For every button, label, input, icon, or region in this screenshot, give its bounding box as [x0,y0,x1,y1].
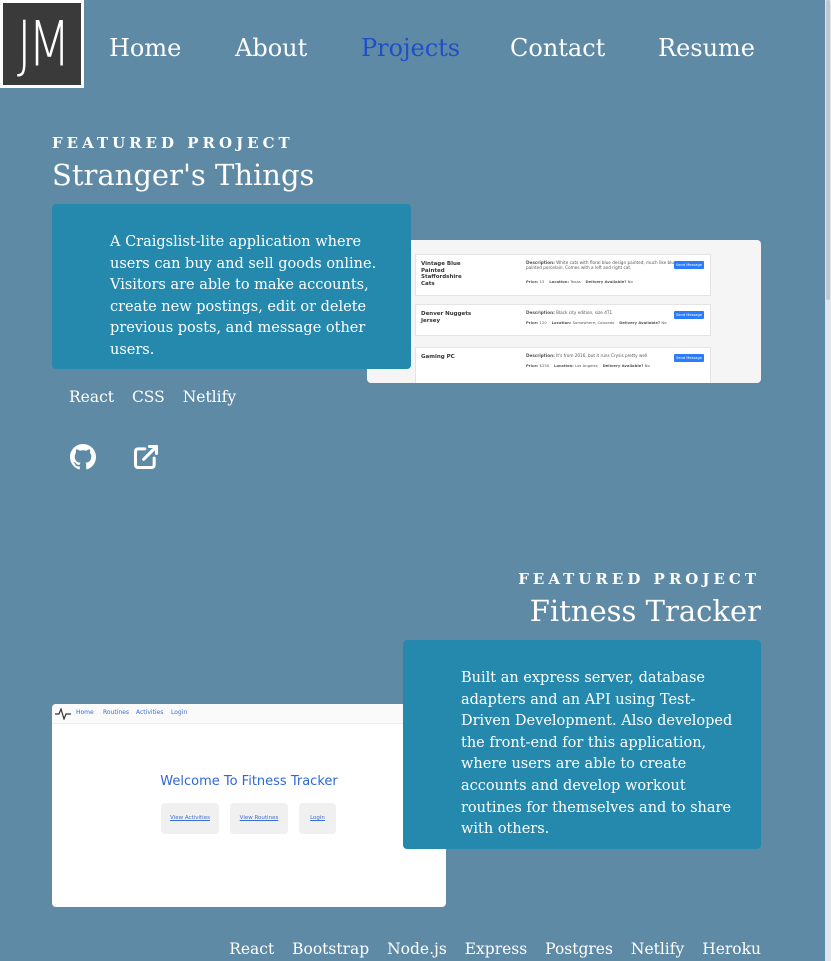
project-title: Stranger's Things [52,158,315,192]
tag: Node.js [387,940,447,958]
tag: Postgres [545,940,613,958]
listing-description: Description: Black city edition, size 4T… [526,310,686,315]
nav-item-about[interactable]: About [235,24,307,72]
listing-meta: Price: 120 Location: Somewhere, Colorado… [526,320,667,325]
listing-description: Description: White cats with floral blue… [526,260,686,270]
listing-description-text: Black city edition, size 4T1 [556,310,613,315]
project-description: Built an express server, database adapte… [461,670,733,838]
delivery-label: Delivery Available? [602,363,644,368]
listing-card: Gaming PC Description: It's from 2016, b… [415,347,711,383]
price: 15 [539,279,545,284]
tag: Netlify [182,388,237,406]
send-message-button[interactable]: Send Message [674,311,704,319]
price: $250 [539,363,550,368]
project-screenshot: Home Routines Activities Login Welcome T… [52,704,446,907]
listing-title: Gaming PC [421,354,455,360]
heartbeat-icon [55,708,71,720]
scrollbar-thumb[interactable] [826,0,830,300]
nav-item-resume[interactable]: Resume [658,24,755,72]
project-description: A Craigslist-lite application where user… [110,234,377,358]
page-scrollbar[interactable] [825,0,831,961]
project-screenshot: Vintage Blue Painted Staffordshire Cats … [367,240,761,383]
github-icon-graphic [70,444,96,470]
listing-card: Denver Nuggets Jersey Description: Black… [415,304,711,336]
nav-item-projects[interactable]: Projects [361,24,460,72]
delivery-label: Delivery Available? [585,279,627,284]
tag: React [69,388,114,406]
listing-description-text: It's from 2016, but it runs Crysis prett… [556,353,648,358]
project-description-card: Built an express server, database adapte… [403,640,761,849]
screenshot-view-routines-button: View Routines [230,803,288,834]
price-label: Price: [526,320,539,325]
project-description-card: A Craigslist-lite application where user… [52,204,411,369]
screenshot-nav-routines: Routines [103,709,130,716]
delivery: No [661,320,667,325]
location: Texas [570,279,581,284]
tag: React [229,940,275,958]
location-label: Location: [551,320,572,325]
screenshot-view-activities-button: View Activities [161,803,219,834]
logo[interactable]: JM [0,0,84,88]
project-eyebrow: FEATURED PROJECT [518,570,760,588]
screenshot-login-button: Login [299,803,336,834]
send-message-button[interactable]: Send Message [674,261,704,269]
price: 120 [539,320,547,325]
tech-tags: React Bootstrap Node.js Express Postgres… [229,940,761,958]
listing-description-label: Description: [526,310,555,315]
tag: Heroku [702,940,761,958]
screenshot-nav-activities: Activities [136,709,164,716]
delivery-label: Delivery Available? [619,320,661,325]
screenshot-nav-home: Home [76,709,94,716]
delivery: No [627,279,633,284]
tag: Express [464,940,528,958]
listing-card: Vintage Blue Painted Staffordshire Cats … [415,254,711,296]
portfolio-page: JM Home About Projects Contact Resume FE… [0,0,831,961]
tag: Netlify [630,940,685,958]
price-label: Price: [526,363,539,368]
screenshot-navbar: Home Routines Activities Login [52,704,446,724]
price-label: Price: [526,279,539,284]
location-label: Location: [549,279,569,284]
project-eyebrow: FEATURED PROJECT [52,134,294,152]
listing-description: Description: It's from 2016, but it runs… [526,353,686,358]
listing-meta: Price: 15 Location: Texas Delivery Avail… [526,279,633,284]
github-icon[interactable] [68,442,98,472]
nav-item-home[interactable]: Home [109,24,181,72]
screenshot-welcome-heading: Welcome To Fitness Tracker [160,774,338,789]
listing-title: Vintage Blue Painted Staffordshire Cats [421,261,462,287]
nav-item-contact[interactable]: Contact [510,24,605,72]
screenshot-nav-login: Login [171,709,188,716]
listing-meta: Price: $250 Location: Los Angeles Delive… [526,363,650,368]
project-title: Fitness Tracker [529,594,761,628]
location-label: Location: [554,363,574,368]
external-link-icon-graphic [133,444,159,470]
logo-text: JM [17,7,71,81]
delivery: No [644,363,650,368]
tag: Bootstrap [292,940,370,958]
tag: CSS [131,388,165,406]
location: Los Angeles [575,363,598,368]
tech-tags: React CSS Netlify [69,388,236,406]
main-nav: Home About Projects Contact Resume [84,24,825,74]
send-message-button[interactable]: Send Message [674,354,704,362]
listing-title: Denver Nuggets Jersey [421,311,472,324]
location: Somewhere, Colorado [572,320,615,325]
external-link-icon[interactable] [131,442,161,472]
listing-description-label: Description: [526,353,555,358]
